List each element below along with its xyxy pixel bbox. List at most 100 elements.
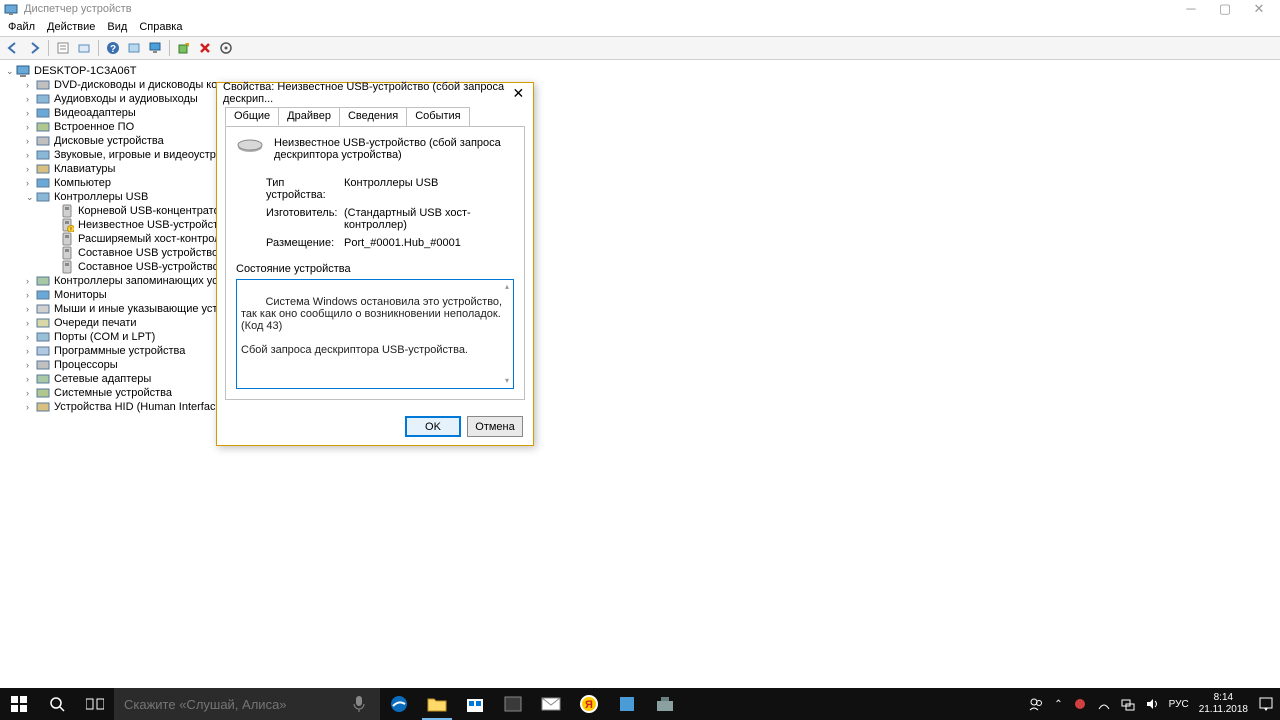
close-button[interactable]: ✕ [1242,0,1276,18]
taskbar-app-store[interactable] [456,688,494,720]
caret-icon[interactable]: › [26,372,36,386]
tree-item[interactable]: › Очереди печати [0,316,1280,330]
caret-icon[interactable]: › [26,288,36,302]
tree-root[interactable]: ⌄ DESKTOP-1C3A06T [0,64,1280,78]
tree-subitem[interactable]: Расширяемый хост-контроллер I [0,232,1280,246]
dialog-close-button[interactable]: ✕ [510,85,527,102]
scroll-up-icon[interactable]: ▴ [502,281,512,293]
tree-item[interactable]: › Встроенное ПО [0,120,1280,134]
tree-item[interactable]: › Сетевые адаптеры [0,372,1280,386]
caret-icon[interactable]: › [26,358,36,372]
menu-help[interactable]: Справка [139,21,182,33]
tab-events[interactable]: События [406,107,469,126]
device-tree[interactable]: ⌄ DESKTOP-1C3A06T › DVD-дисководы и диск… [0,60,1280,688]
tree-item[interactable]: › Порты (COM и LPT) [0,330,1280,344]
task-view-button[interactable] [76,688,114,720]
tree-subitem[interactable]: Составное USB-устройство [0,260,1280,274]
caret-icon[interactable]: › [26,148,36,162]
tree-item[interactable]: › Видеоадаптеры [0,106,1280,120]
tree-subitem[interactable]: Корневой USB-концентратор (USB [0,204,1280,218]
back-button[interactable] [4,39,22,57]
caret-icon[interactable]: › [26,344,36,358]
minimize-button[interactable]: ─ [1174,0,1208,18]
scan-hardware-button[interactable] [217,39,235,57]
tree-item[interactable]: › Мониторы [0,288,1280,302]
maximize-button[interactable]: ▢ [1208,0,1242,18]
status-textbox[interactable]: Система Windows остановила это устройств… [236,279,514,389]
status-scrollbar[interactable]: ▴ ▾ [502,281,512,387]
caret-icon[interactable]: › [26,162,36,176]
clock[interactable]: 8:14 21.11.2018 [1199,692,1248,716]
tree-item[interactable]: › Мыши и иные указывающие устрой [0,302,1280,316]
search-input[interactable] [124,697,352,712]
taskbar-app-generic3[interactable] [646,688,684,720]
network-icon[interactable] [1121,697,1135,711]
tree-subitem[interactable]: Составное USB устройство [0,246,1280,260]
search-box[interactable] [114,688,380,720]
caret-icon[interactable]: › [26,302,36,316]
tab-general[interactable]: Общие [225,107,279,126]
uninstall-button[interactable] [196,39,214,57]
tab-details[interactable]: Сведения [339,107,407,126]
chevron-up-icon[interactable]: ⌃ [1054,699,1062,710]
tree-item-label: Клавиатуры [54,162,115,176]
tree-item[interactable]: › Программные устройства [0,344,1280,358]
caret-icon[interactable]: › [26,106,36,120]
properties-button[interactable] [54,39,72,57]
language-indicator[interactable]: РУС [1169,699,1189,710]
tree-item[interactable]: › Дисковые устройства [0,134,1280,148]
tree-item[interactable]: › Устройства HID (Human Interface Dev [0,400,1280,414]
ok-button[interactable]: OK [405,416,461,437]
menu-action[interactable]: Действие [47,21,95,33]
search-icon[interactable] [38,688,76,720]
tree-subitem[interactable]: ! Неизвестное USB-устройство (сбо [0,218,1280,232]
caret-icon[interactable]: › [26,134,36,148]
tree-item[interactable]: ⌄ Контроллеры USB [0,190,1280,204]
taskbar-app-explorer[interactable] [418,688,456,720]
caret-icon[interactable]: › [26,274,36,288]
microphone-icon[interactable] [352,695,370,713]
caret-icon[interactable]: › [26,78,36,92]
taskbar-app-yandex[interactable]: Я [570,688,608,720]
caret-icon[interactable]: › [26,316,36,330]
tree-item[interactable]: › Системные устройства [0,386,1280,400]
help-button[interactable]: ? [104,39,122,57]
tray-icon-2[interactable] [1097,697,1111,711]
tree-item[interactable]: › Контроллеры запоминающих устро [0,274,1280,288]
taskbar-app-edge[interactable] [380,688,418,720]
start-button[interactable] [0,688,38,720]
taskbar: Я ⌃ РУС 8:14 21.11.2018 [0,688,1280,720]
notifications-icon[interactable] [1258,696,1274,712]
caret-icon[interactable]: › [26,400,36,414]
volume-icon[interactable] [1145,697,1159,711]
people-icon[interactable] [1028,696,1044,712]
caret-icon[interactable]: › [26,330,36,344]
taskbar-app-generic2[interactable] [608,688,646,720]
tree-item[interactable]: › Аудиовходы и аудиовыходы [0,92,1280,106]
menu-file[interactable]: Файл [8,21,35,33]
caret-icon[interactable]: › [26,92,36,106]
tree-item[interactable]: › DVD-дисководы и дисководы компа [0,78,1280,92]
tree-item[interactable]: › Звуковые, игровые и видеоустройст [0,148,1280,162]
tree-item[interactable]: › Процессоры [0,358,1280,372]
forward-button[interactable] [25,39,43,57]
hardware-button[interactable] [125,39,143,57]
menu-view[interactable]: Вид [107,21,127,33]
caret-icon[interactable]: ⌄ [26,190,36,204]
caret-icon[interactable]: ⌄ [6,64,16,78]
cancel-button[interactable]: Отмена [467,416,523,437]
tree-item[interactable]: › Клавиатуры [0,162,1280,176]
taskbar-app-mail[interactable] [532,688,570,720]
tab-driver[interactable]: Драйвер [278,107,340,126]
caret-icon[interactable]: › [26,176,36,190]
tray-icon-1[interactable] [1073,697,1087,711]
tree-item[interactable]: › Компьютер [0,176,1280,190]
taskbar-app-generic1[interactable] [494,688,532,720]
update-driver-button[interactable] [175,39,193,57]
caret-icon[interactable]: › [26,386,36,400]
show-hidden-button[interactable] [75,39,93,57]
monitor-icon[interactable] [146,39,164,57]
scroll-down-icon[interactable]: ▾ [502,375,512,387]
caret-icon[interactable]: › [26,120,36,134]
dialog-titlebar[interactable]: Свойства: Неизвестное USB-устройство (сб… [217,83,533,103]
